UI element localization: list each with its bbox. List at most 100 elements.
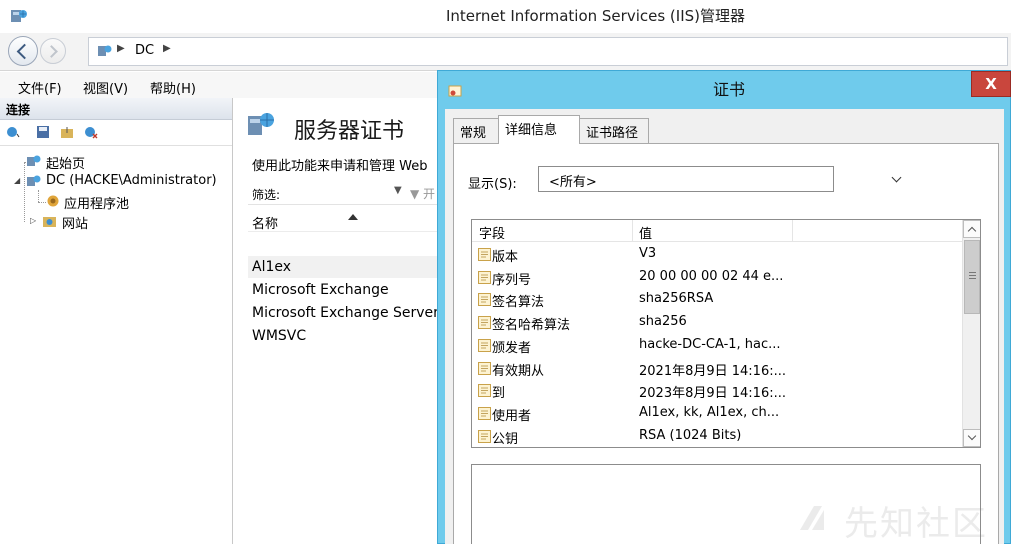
field-row[interactable]: 公钥 RSA (1024 Bits) [472,425,962,447]
server-icon [98,45,112,56]
filter-go-label: 开 [423,187,436,201]
show-select[interactable]: <所有> [538,166,902,192]
dialog-titlebar[interactable]: 证书 X [438,71,1011,109]
app-pool-icon [47,195,59,207]
connections-header: 连接 [0,98,232,120]
tree-line [38,190,39,202]
tree-label: 起始页 [46,157,86,172]
grip-icon [969,272,976,279]
window-title: Internet Information Services (IIS)管理器 [445,7,746,25]
tree-label: 应用程序池 [64,197,130,212]
address-bar: ▶ DC ▶ [0,33,1011,71]
column-header-name[interactable]: 名称 [248,210,448,232]
collapsed-icon[interactable]: ▷ [30,216,36,225]
scroll-thumb[interactable] [964,240,980,314]
tree-line [24,162,25,222]
up-level-icon[interactable] [60,125,74,139]
field-icon [478,248,491,261]
filter-go-button[interactable]: ▼ 开 [410,185,435,202]
forward-button[interactable] [40,38,66,64]
certificate-row[interactable]: Al1ex [248,256,448,278]
content-pane: 服务器证书 使用此功能来申请和管理 Web 筛选: ▼ ▼ 开 名称 Al1ex… [234,98,448,544]
field-icon [478,361,491,375]
field-value: sha256RSA [639,291,714,307]
back-button[interactable] [8,36,38,66]
field-name: 到 [492,386,506,402]
field-name: 有效期从 [492,363,545,379]
field-icon [478,316,491,330]
page-title: 服务器证书 [294,119,405,144]
show-select-value: <所有> [549,175,597,190]
field-row[interactable]: 使用者 Al1ex, kk, Al1ex, ch... [472,402,962,425]
chevron-right-icon[interactable]: ▶ [163,43,171,54]
details-panel: 显示(S): <所有> 字段 值 版本 V3 序列号 20 00 00 00 02 4… [453,143,999,544]
chevron-right-icon[interactable]: ▶ [117,43,125,54]
server-icon [27,175,41,186]
field-row[interactable]: 颁发者 hacke-DC-CA-1, hac... [472,334,962,357]
field-icon [478,270,491,284]
column-header-label: 名称 [252,217,279,232]
filter-label: 筛选: [252,188,281,202]
field-detail-box[interactable] [471,464,981,544]
connections-pane: 连接 起始页 ◢ DC (HACKE\Administrator) 应用程序池 … [0,98,233,544]
connections-toolbar [0,120,232,146]
chevron-down-icon [891,172,902,183]
field-icon [478,293,491,307]
column-header-value[interactable]: 值 [633,220,793,242]
show-label: 显示(S): [468,177,517,192]
tab-certification-path[interactable]: 证书路径 [579,118,649,143]
save-icon[interactable] [36,125,50,139]
dialog-body: 常规 详细信息 证书路径 显示(S): <所有> 字段 值 版本 V3 序列号 20 … [445,109,1004,544]
tree-label: 网站 [62,217,89,232]
certificate-row[interactable]: Microsoft Exchange [248,279,448,301]
sites-folder-icon [43,217,56,227]
field-value: 2023年8月9日 14:16:... [639,386,786,402]
connect-icon[interactable] [6,125,20,139]
menu-help[interactable]: 帮助(H) [150,78,196,97]
field-icon [478,406,491,420]
field-icon [478,338,491,352]
expanded-icon[interactable]: ◢ [14,176,20,185]
certificate-row[interactable]: Microsoft Exchange Server [248,302,448,324]
start-page-icon [27,155,41,166]
scroll-down-button[interactable] [963,429,980,447]
breadcrumb-dc[interactable]: DC [135,43,154,58]
field-icon [478,429,491,443]
address-field[interactable]: ▶ DC ▶ [88,37,1008,66]
filter-dropdown-icon[interactable]: ▼ [394,185,402,196]
iis-titlebar: Internet Information Services (IIS)管理器 [0,0,1011,33]
field-name: 序列号 [492,272,532,288]
field-icon [478,384,491,398]
tree-line [38,202,46,203]
field-value: sha256 [639,314,687,330]
field-row[interactable]: 到 2023年8月9日 14:16:... [472,379,962,402]
field-name: 签名算法 [492,295,545,311]
column-header-field[interactable]: 字段 [472,220,633,242]
menu-file[interactable]: 文件(F) [18,78,62,97]
field-row[interactable]: 签名哈希算法 sha256 [472,311,962,334]
certificate-row[interactable]: WMSVC [248,325,448,347]
sort-ascending-icon [348,214,358,220]
vertical-scrollbar[interactable] [962,220,980,447]
field-row[interactable]: 序列号 20 00 00 00 02 44 e... [472,266,962,289]
field-name: 颁发者 [492,340,532,356]
field-value: RSA (1024 Bits) [639,427,742,443]
field-value: 20 00 00 00 02 44 e... [639,268,784,284]
remove-connection-icon[interactable] [84,125,98,139]
page-description: 使用此功能来申请和管理 Web [252,159,428,174]
certificate-dialog: 证书 X 常规 详细信息 证书路径 显示(S): <所有> 字段 值 版本 V3 序… [437,70,1011,544]
field-value: 2021年8月9日 14:16:... [639,363,786,379]
scroll-up-button[interactable] [963,220,980,238]
fields-list[interactable]: 字段 值 版本 V3 序列号 20 00 00 00 02 44 e... 签名算法 sh… [471,219,981,448]
menu-view[interactable]: 视图(V) [83,78,128,97]
field-row[interactable]: 签名算法 sha256RSA [472,288,962,311]
tab-general[interactable]: 常规 [453,118,499,143]
field-value: hacke-DC-CA-1, hac... [639,336,781,352]
field-row[interactable]: 有效期从 2021年8月9日 14:16:... [472,357,962,380]
fields-list-header: 字段 值 [472,220,962,242]
field-name: 版本 [492,250,519,265]
tab-details[interactable]: 详细信息 [498,115,580,144]
field-value: V3 [639,246,657,261]
field-row[interactable]: 版本 V3 [472,243,962,266]
close-button[interactable]: X [971,71,1011,97]
